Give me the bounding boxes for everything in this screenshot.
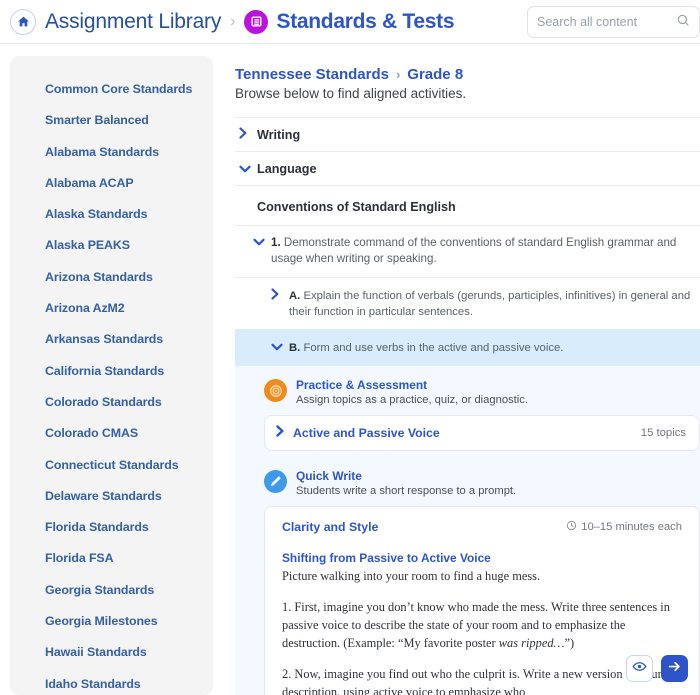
document-header: Clarity and Style 10–15 minutes each (282, 520, 682, 534)
arrow-right-icon (667, 659, 682, 679)
search-input[interactable] (537, 15, 676, 29)
sidebar-item-10[interactable]: Colorado Standards (10, 387, 213, 418)
sidebar-item-5[interactable]: Alaska PEAKS (10, 230, 213, 261)
breadcrumb-assignment-library[interactable]: Assignment Library (45, 10, 221, 34)
standard-number-1: 1. (271, 236, 281, 249)
page-body: Common Core Standards Smarter Balanced A… (0, 44, 700, 695)
prompt-intro: Picture walking into your room to find a… (282, 568, 541, 583)
sidebar-item-16[interactable]: Georgia Standards (10, 575, 213, 606)
activity-quick-write-desc: Students write a short response to a pro… (296, 484, 517, 497)
sidebar-item-8[interactable]: Arkansas Standards (10, 324, 213, 355)
page-subtitle: Browse below to find aligned activities. (235, 86, 467, 101)
prompt-step-1-a: 1. First, imagine you don’t know who mad… (282, 599, 670, 651)
search-icon[interactable] (676, 13, 690, 32)
substandard-row-b[interactable]: B. Form and use verbs in the active and … (235, 328, 700, 366)
sidebar-item-6[interactable]: Arizona Standards (10, 262, 213, 293)
sidebar-item-9[interactable]: California Standards (10, 356, 213, 387)
sidebar-item-0[interactable]: Common Core Standards (10, 74, 213, 105)
activity-practice-text: Practice & Assessment Assign topics as a… (296, 378, 528, 406)
sidebar-item-11[interactable]: Colorado CMAS (10, 418, 213, 449)
top-bar: Assignment Library › Standards & Tests (0, 0, 700, 44)
domain-row-language[interactable]: Language (235, 151, 700, 185)
chevron-down-icon (239, 162, 257, 176)
target-icon (264, 379, 287, 402)
sidebar-item-7[interactable]: Arizona AzM2 (10, 293, 213, 324)
document-duration-text: 10–15 minutes each (581, 520, 682, 533)
topic-name: Active and Passive Voice (293, 425, 440, 440)
breadcrumb-separator: › (230, 12, 236, 30)
activity-practice-desc: Assign topics as a practice, quiz, or di… (296, 393, 528, 406)
search-box[interactable] (527, 6, 700, 38)
substandard-text-b: B. Form and use verbs in the active and … (289, 340, 563, 356)
standard-text-1: 1. Demonstrate command of the convention… (271, 235, 696, 268)
substandard-text-a: A. Explain the function of verbals (geru… (289, 288, 692, 320)
prompt-step-2: 2. Now, imagine you find out who the cul… (282, 667, 662, 695)
domain-label-language: Language (257, 161, 317, 176)
clock-icon (566, 520, 577, 534)
next-button[interactable] (661, 655, 688, 682)
chevron-right-icon (239, 127, 257, 142)
sidebar-item-17[interactable]: Georgia Milestones (10, 606, 213, 637)
activity-practice-title: Practice & Assessment (296, 378, 428, 392)
prompt-step-1-emphasis: was ripped… (498, 636, 565, 651)
domain-row-writing[interactable]: Writing (235, 117, 700, 151)
home-button[interactable] (10, 8, 36, 35)
sidebar-item-4[interactable]: Alaska Standards (10, 199, 213, 230)
sidebar-item-18[interactable]: Hawaii Standards (10, 637, 213, 668)
substandard-letter-a: A. (289, 289, 301, 302)
preview-button[interactable] (626, 655, 653, 682)
topic-count: 15 topics (640, 426, 686, 439)
chevron-down-icon (253, 235, 271, 268)
prompt-step-1: 1. First, imagine you don’t know who mad… (282, 598, 682, 652)
sidebar-item-1[interactable]: Smarter Balanced (10, 105, 213, 136)
activities-panel: Practice & Assessment Assign topics as a… (235, 366, 700, 695)
breadcrumb-state[interactable]: Tennessee Standards (235, 66, 389, 83)
topic-card-active-passive-voice[interactable]: Active and Passive Voice 15 topics (264, 414, 700, 451)
prompt-step-1-b: ”) (564, 636, 575, 651)
substandard-letter-b: B. (289, 341, 301, 354)
substandard-body-a: Explain the function of verbals (gerunds… (289, 289, 691, 318)
chevron-down-icon (271, 340, 289, 356)
prompt-title: Shifting from Passive to Active Voice (282, 550, 491, 565)
document-duration: 10–15 minutes each (566, 520, 682, 534)
document-title: Clarity and Style (282, 519, 379, 534)
standards-sidebar[interactable]: Common Core Standards Smarter Balanced A… (10, 56, 213, 695)
standard-body-1: Demonstrate command of the conventions o… (271, 236, 677, 266)
sidebar-item-3[interactable]: Alabama ACAP (10, 168, 213, 199)
chevron-right-icon (276, 425, 293, 440)
breadcrumb-grade[interactable]: Grade 8 (407, 66, 463, 83)
group-title: Conventions of Standard English (257, 200, 456, 214)
standard-row-1[interactable]: 1. Demonstrate command of the convention… (235, 225, 700, 277)
substandard-row-a[interactable]: A. Explain the function of verbals (geru… (235, 278, 700, 329)
main-content: Tennessee Standards › Grade 8 Browse bel… (213, 56, 700, 695)
sidebar-item-15[interactable]: Florida FSA (10, 543, 213, 574)
activity-quick-write-title: Quick Write (296, 468, 362, 483)
sidebar-item-12[interactable]: Connecticut Standards (10, 450, 213, 481)
floating-action-buttons (626, 655, 688, 682)
sidebar-item-19[interactable]: Idaho Standards (10, 669, 213, 695)
breadcrumb-standards-tests: Standards & Tests (276, 9, 455, 33)
chevron-right-icon (271, 288, 289, 320)
home-icon (17, 15, 30, 28)
activity-quick-write-text: Quick Write Students write a short respo… (296, 469, 516, 497)
breadcrumb: Tennessee Standards › Grade 8 (235, 66, 700, 83)
activity-practice-assessment[interactable]: Practice & Assessment Assign topics as a… (264, 378, 700, 406)
substandard-body-b: Form and use verbs in the active and pas… (303, 341, 564, 354)
breadcrumb-chevron-icon: › (395, 67, 401, 82)
sidebar-item-13[interactable]: Delaware Standards (10, 481, 213, 512)
list-icon (244, 9, 269, 34)
sidebar-item-2[interactable]: Alabama Standards (10, 137, 213, 168)
sidebar-item-14[interactable]: Florida Standards (10, 512, 213, 543)
domain-label-writing: Writing (257, 127, 301, 142)
pencil-icon (264, 469, 287, 493)
eye-icon (632, 659, 647, 679)
